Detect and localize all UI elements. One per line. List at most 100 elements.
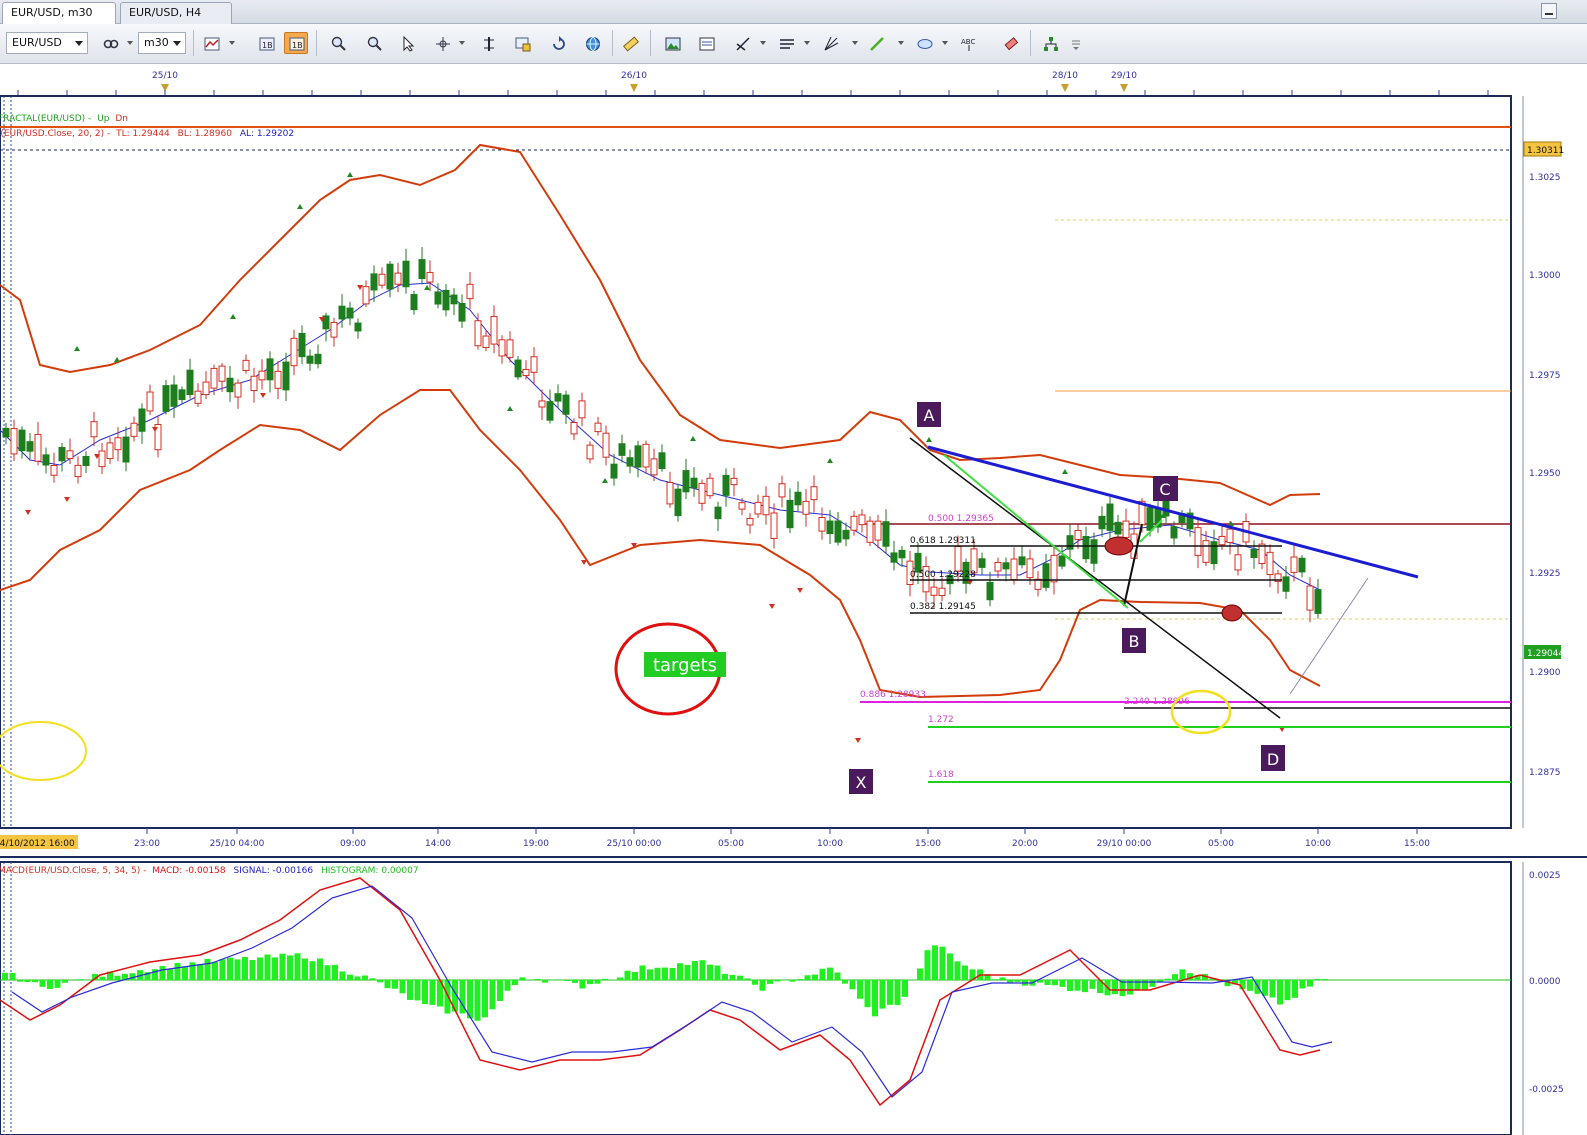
candle-body[interactable] [986,581,994,601]
candle-body[interactable] [250,375,258,392]
candle-body[interactable] [82,455,90,466]
candle-body[interactable] [642,443,650,468]
candle-body[interactable] [698,482,706,504]
candle-body[interactable] [770,512,778,539]
tab-eurusd-m30[interactable]: EUR/USD, m30 [2,2,116,24]
candle-body[interactable] [314,353,322,365]
candle-body[interactable] [650,458,658,476]
candle-body[interactable] [554,393,562,402]
candle-body[interactable] [1010,558,1018,580]
candles-view-icon[interactable]: 1B [284,32,308,54]
candle-body[interactable] [482,335,490,349]
candle-body[interactable] [34,434,42,462]
candle-body[interactable] [442,289,450,311]
macd-pane[interactable] [0,861,1512,1135]
text-label-icon[interactable]: ABC [956,32,980,54]
candle-body[interactable] [682,470,690,493]
candle-body[interactable] [714,506,722,520]
candle-body[interactable] [618,443,626,456]
candle-body[interactable] [818,517,826,532]
candle-body[interactable] [1098,515,1106,530]
ellipse-icon[interactable] [912,32,936,54]
candle-body[interactable] [434,291,442,305]
candle-body[interactable] [58,447,66,462]
minimize-icon[interactable] [1541,3,1557,19]
candle-body[interactable] [1002,562,1010,570]
candle-body[interactable] [826,520,834,535]
candle-body[interactable] [466,283,474,300]
candle-body[interactable] [562,394,570,415]
candle-body[interactable] [210,367,218,389]
candle-body[interactable] [26,441,34,452]
candle-body[interactable] [1082,535,1090,560]
crosshair-icon[interactable] [430,32,454,54]
image-icon[interactable] [660,32,684,54]
tab-eurusd-h4[interactable]: EUR/USD, H4 [120,2,232,24]
candle-body[interactable] [1050,554,1058,583]
candle-body[interactable] [1018,556,1026,566]
candle-body[interactable] [458,303,466,322]
chart-canvas[interactable]: 25/10 26/10 28/10 29/10 0.500 1.29365 0.… [0,64,1587,1135]
candle-body[interactable] [330,322,338,338]
candle-body[interactable] [978,558,986,568]
candle-body[interactable] [378,273,386,286]
candle-body[interactable] [1026,558,1034,579]
candle-body[interactable] [66,450,74,460]
candle-body[interactable] [306,355,314,364]
candle-body[interactable] [394,272,402,285]
objects-tree-icon[interactable] [1038,32,1062,54]
candle-body[interactable] [762,495,770,516]
candle-body[interactable] [522,368,530,377]
link-icon[interactable] [98,32,122,54]
candle-body[interactable] [1146,507,1154,531]
trendline-icon[interactable] [864,32,888,54]
candle-body[interactable] [178,389,186,401]
candle-body[interactable] [138,408,146,432]
candle-body[interactable] [1202,540,1210,563]
candle-body[interactable] [490,316,498,345]
candle-body[interactable] [1266,551,1274,576]
ruler-icon[interactable] [618,32,642,54]
candle-body[interactable] [162,385,170,412]
candle-body[interactable] [722,474,730,496]
candle-body[interactable] [634,445,642,468]
candle-body[interactable] [114,437,122,451]
draw-lines-icon[interactable] [730,32,754,54]
template-icon[interactable] [694,32,718,54]
candle-body[interactable] [1090,539,1098,564]
candle-body[interactable] [850,515,858,531]
candle-body[interactable] [98,450,106,468]
refresh-icon[interactable] [546,32,570,54]
candle-body[interactable] [994,561,1002,572]
candle-body[interactable] [202,381,210,396]
red-marker-ellipse[interactable] [1221,604,1243,622]
candle-body[interactable] [10,428,18,455]
candle-body[interactable] [1258,543,1266,564]
candle-body[interactable] [282,361,290,391]
timeframe-select[interactable]: m30 [138,32,186,54]
candle-body[interactable] [146,391,154,412]
candle-body[interactable] [354,322,362,332]
candle-body[interactable] [658,452,666,470]
candle-body[interactable] [242,359,250,371]
candle-body[interactable] [578,400,586,419]
red-marker-ellipse[interactable] [1104,536,1134,556]
candle-body[interactable] [954,546,962,572]
candle-body[interactable] [362,286,370,305]
candle-body[interactable] [898,549,906,559]
indicator-icon[interactable] [476,32,500,54]
candle-body[interactable] [1194,527,1202,556]
candle-body[interactable] [290,337,298,367]
candle-body[interactable] [730,477,738,486]
candle-body[interactable] [170,384,178,407]
candle-body[interactable] [514,359,522,378]
candle-body[interactable] [594,422,602,433]
horizontal-lines-icon[interactable] [774,32,798,54]
candle-body[interactable] [338,305,346,320]
zoom-out-icon[interactable] [362,32,386,54]
globe-icon[interactable] [580,32,604,54]
candle-body[interactable] [194,390,202,404]
candle-body[interactable] [1250,549,1258,558]
candle-body[interactable] [1290,556,1298,573]
candle-body[interactable] [186,369,194,395]
